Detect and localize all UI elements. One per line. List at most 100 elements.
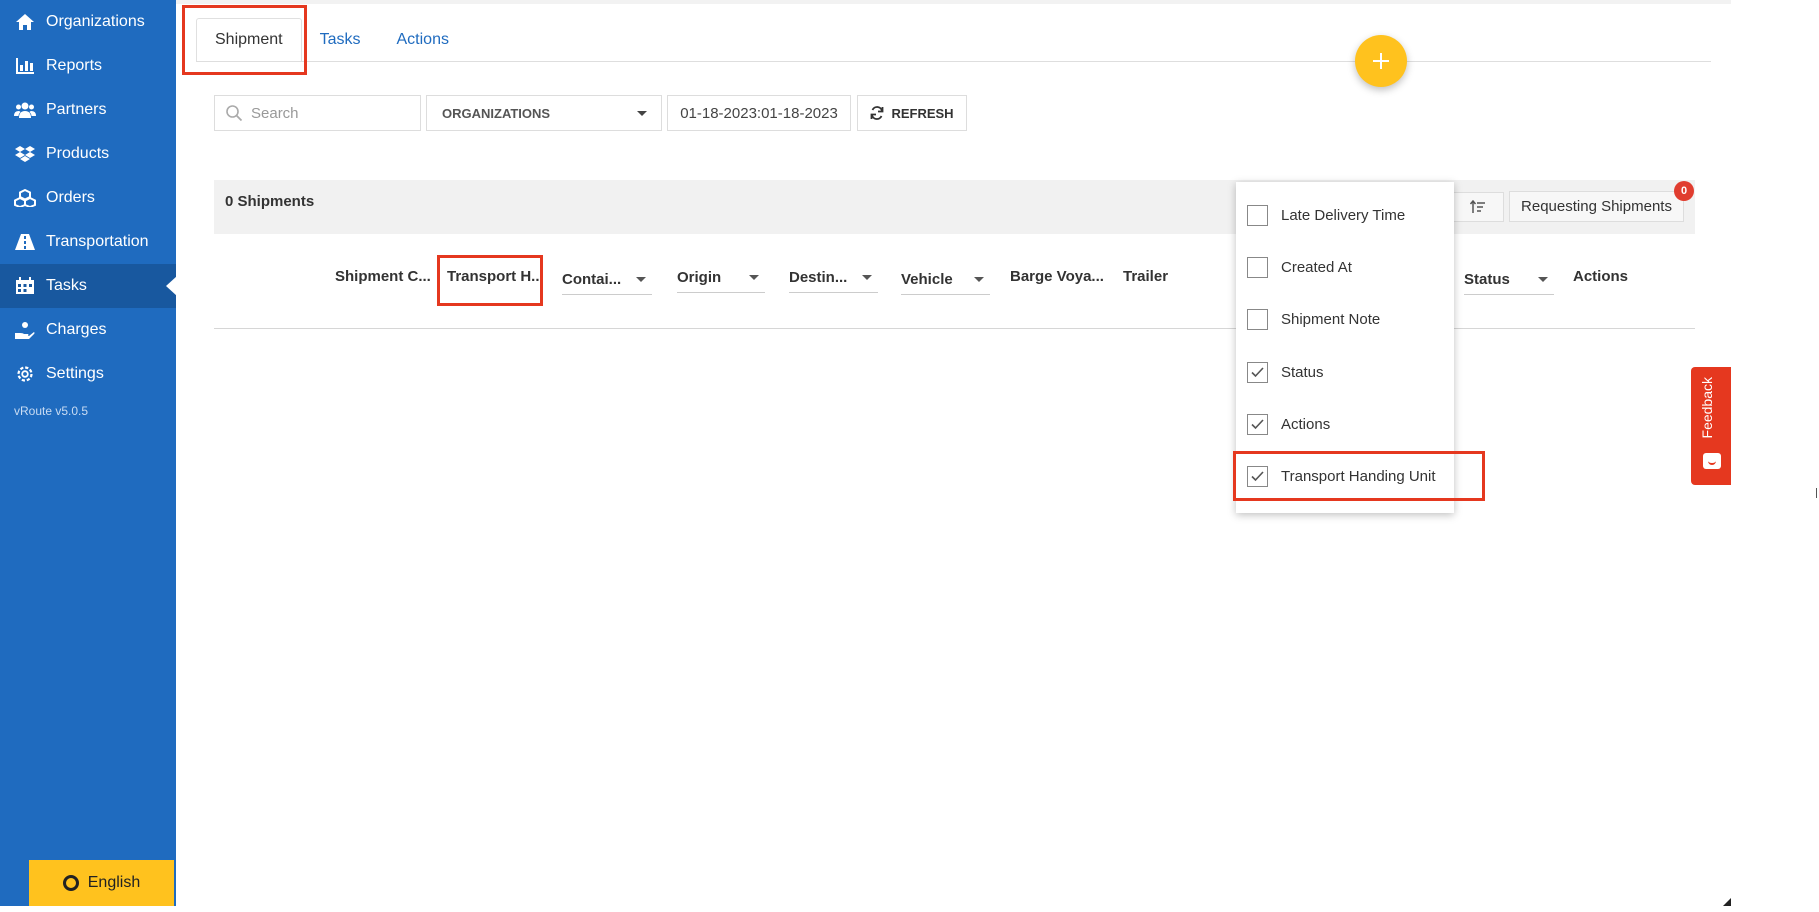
language-button[interactable]: English [29, 860, 174, 906]
sidebar-item-reports[interactable]: Reports [0, 44, 176, 88]
gear-icon [14, 364, 36, 384]
cubes-icon [14, 188, 36, 208]
column-filter-destination[interactable]: Destin... [789, 263, 878, 293]
tab-shipment[interactable]: Shipment [196, 18, 302, 62]
sidebar-item-label: Organizations [46, 13, 145, 30]
sidebar-item-label: Tasks [46, 277, 87, 294]
sidebar-item-label: Orders [46, 189, 95, 206]
language-label: English [87, 874, 141, 891]
sidebar-item-charges[interactable]: Charges [0, 308, 176, 352]
caret-down-icon [1538, 277, 1548, 282]
checkbox[interactable] [1247, 205, 1268, 226]
column-header-trailer[interactable]: Trailer [1123, 268, 1168, 285]
sidebar-item-orders[interactable]: Orders [0, 176, 176, 220]
search-box [214, 95, 421, 131]
dropbox-icon [14, 144, 36, 164]
caret-down-icon [974, 277, 984, 282]
sidebar-item-label: Reports [46, 57, 103, 74]
tab-actions[interactable]: Actions [379, 18, 467, 62]
column-filter-vehicle[interactable]: Vehicle [901, 265, 990, 295]
refresh-label: REFRESH [891, 105, 954, 121]
checkbox[interactable] [1247, 257, 1268, 278]
column-header-container: Contai... [562, 271, 622, 288]
column-header-transport-handling-unit[interactable]: Transport H... [447, 268, 544, 285]
add-button[interactable] [1355, 35, 1407, 87]
column-filter-container[interactable]: Contai... [562, 265, 652, 295]
column-header-origin: Origin [677, 269, 722, 286]
sort-icon [1470, 200, 1485, 213]
caret-down-icon [636, 277, 646, 282]
caret-down-icon [749, 275, 759, 280]
checkbox-checked[interactable] [1247, 466, 1268, 487]
column-header-barge-voyage[interactable]: Barge Voya... [1010, 268, 1104, 285]
grid-divider [214, 328, 1695, 329]
resize-corner [1723, 898, 1731, 906]
shipment-count: 0 Shipments [225, 193, 315, 210]
refresh-button[interactable]: REFRESH [857, 95, 967, 131]
home-icon [14, 12, 36, 32]
column-option-label: Created At [1281, 259, 1352, 276]
requesting-shipments-button[interactable]: Requesting Shipments [1509, 191, 1684, 222]
checkmark-icon [1251, 367, 1264, 378]
hand-coin-icon [14, 320, 36, 340]
column-option-label: Shipment Note [1281, 311, 1381, 328]
tab-bar: Shipment Tasks Actions [196, 18, 467, 62]
sidebar-item-settings[interactable]: Settings [0, 352, 176, 396]
feedback-tab[interactable]: Feedback [1691, 367, 1731, 485]
checkbox[interactable] [1247, 309, 1268, 330]
sidebar-item-tasks[interactable]: Tasks [0, 264, 177, 308]
sidebar-item-transportation[interactable]: Transportation [0, 220, 176, 264]
checkmark-icon [1251, 419, 1264, 430]
refresh-icon [871, 106, 884, 120]
tabs-divider [196, 61, 1711, 62]
caret-down-icon [637, 110, 647, 116]
organizations-select[interactable]: ORGANIZATIONS [426, 95, 662, 131]
plus-icon [1373, 53, 1389, 69]
column-header-shipment-code[interactable]: Shipment C... [335, 268, 431, 285]
circle-icon [62, 875, 79, 891]
bar-chart-icon [14, 56, 36, 76]
calendar-icon [14, 276, 36, 296]
scroll-mark [1816, 488, 1817, 498]
column-option-transport-handing-unit[interactable]: Transport Handing Unit [1247, 466, 1436, 487]
sort-button[interactable] [1452, 192, 1504, 222]
search-input[interactable] [251, 104, 411, 122]
sidebar-item-partners[interactable]: Partners [0, 88, 176, 132]
caret-down-icon [862, 275, 872, 280]
road-icon [14, 232, 36, 252]
column-option-shipment-note[interactable]: Shipment Note [1247, 309, 1380, 330]
column-option-late-delivery-time[interactable]: Late Delivery Time [1247, 205, 1405, 226]
column-filter-status[interactable]: Status [1464, 265, 1554, 295]
checkmark-icon [1251, 471, 1264, 482]
column-chooser-menu: Late Delivery Time Created At Shipment N… [1236, 182, 1454, 513]
sidebar-item-products[interactable]: Products [0, 132, 176, 176]
sidebar-item-label: Products [46, 145, 110, 162]
column-option-status[interactable]: Status [1247, 362, 1324, 383]
sidebar-item-organizations[interactable]: Organizations [0, 0, 176, 44]
column-option-actions[interactable]: Actions [1247, 414, 1330, 435]
top-strip [176, 0, 1731, 4]
sidebar-item-label: Charges [46, 321, 107, 338]
tab-tasks[interactable]: Tasks [302, 18, 379, 62]
date-range-field[interactable]: 01-18-2023:01-18-2023 [667, 95, 851, 131]
column-option-label: Transport Handing Unit [1281, 468, 1436, 485]
column-filter-origin[interactable]: Origin [677, 263, 765, 293]
users-icon [14, 100, 36, 120]
column-option-created-at[interactable]: Created At [1247, 257, 1352, 278]
requesting-count-badge: 0 [1674, 181, 1694, 201]
checkbox-checked[interactable] [1247, 414, 1268, 435]
feedback-label: Feedback [1699, 377, 1715, 439]
sidebar-item-label: Settings [46, 365, 104, 382]
smiley-chat-icon [1703, 453, 1721, 469]
column-header-status: Status [1464, 271, 1510, 288]
app-version: vRoute v5.0.5 [14, 404, 89, 418]
sidebar: Organizations Reports Partners Products … [0, 0, 177, 906]
column-option-label: Actions [1281, 416, 1331, 433]
column-header-vehicle: Vehicle [901, 271, 953, 288]
sidebar-item-label: Transportation [46, 233, 149, 250]
column-header-actions[interactable]: Actions [1573, 268, 1628, 285]
checkbox-checked[interactable] [1247, 362, 1268, 383]
column-option-label: Status [1281, 364, 1324, 381]
column-option-label: Late Delivery Time [1281, 207, 1406, 224]
sidebar-item-label: Partners [46, 101, 107, 118]
